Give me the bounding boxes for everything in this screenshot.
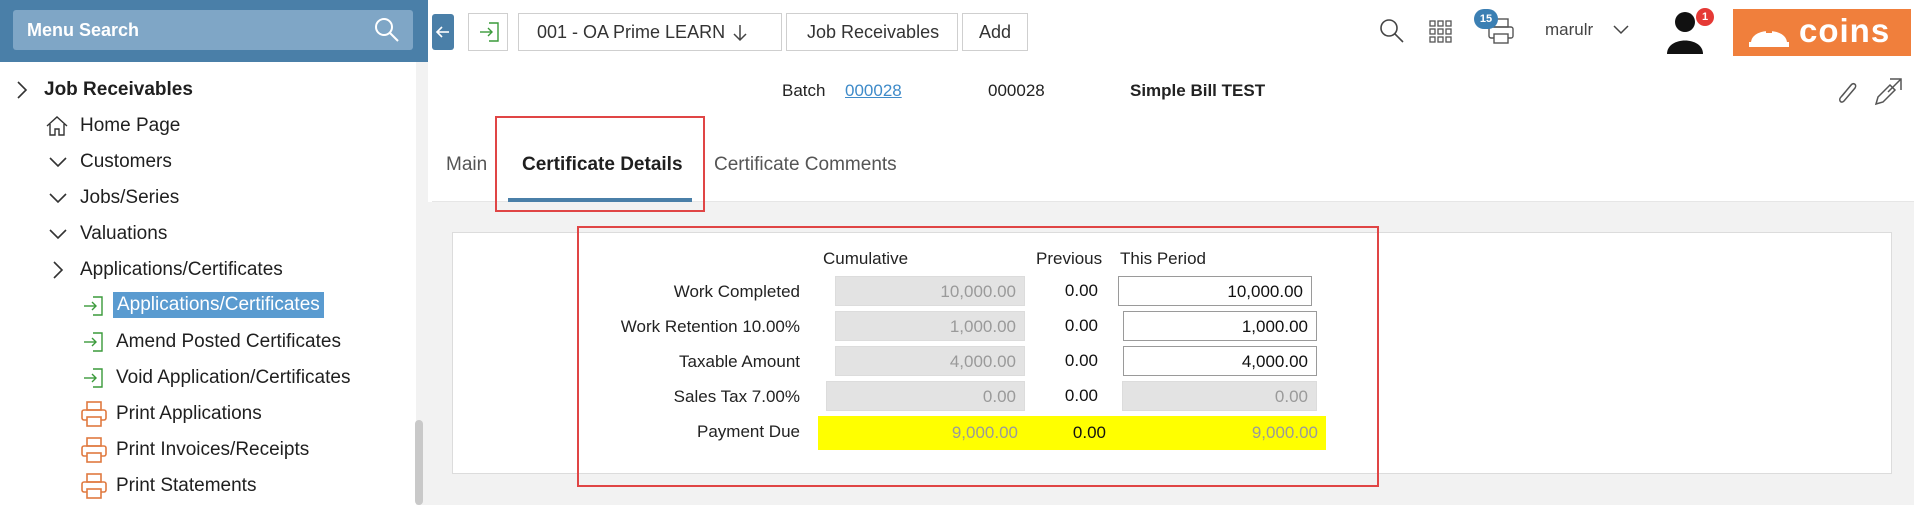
- edit-expand-icon[interactable]: [1872, 76, 1904, 108]
- batch-header: Batch 000028 000028 Simple Bill TEST: [432, 70, 1914, 115]
- breadcrumb-job-receivables[interactable]: Job Receivables: [786, 13, 958, 51]
- sidebar-item-jobs-series[interactable]: Jobs/Series: [0, 182, 300, 214]
- chevron-right-icon: [17, 81, 28, 99]
- batch-link[interactable]: 000028: [845, 81, 902, 101]
- sidebar-item-customers[interactable]: Customers: [0, 146, 300, 178]
- printer-icon: [81, 437, 107, 463]
- chevron-right-icon: [53, 261, 64, 279]
- paperclip-icon[interactable]: [1832, 78, 1862, 108]
- sidebar-item-label: Amend Posted Certificates: [116, 331, 341, 352]
- menu-search-input[interactable]: Menu Search: [13, 10, 413, 50]
- sidebar-item-amend-posted-certificates[interactable]: Amend Posted Certificates: [0, 326, 380, 358]
- sidebar-item-label: Print Statements: [116, 475, 257, 496]
- sidebar-item-applications-certificates[interactable]: Applications/Certificates: [0, 290, 380, 322]
- sidebar-item-void-application-certificates[interactable]: Void Application/Certificates: [0, 362, 380, 394]
- sidebar-item-label: Print Invoices/Receipts: [116, 439, 310, 460]
- sidebar-item-label: Print Applications: [116, 403, 262, 424]
- print-queue-badge: 15: [1474, 9, 1498, 29]
- chevron-down-icon: [49, 193, 67, 204]
- menu-search-bar: Menu Search: [0, 0, 428, 62]
- arrow-down-icon: [733, 25, 747, 42]
- breadcrumb-add-label: Add: [979, 22, 1012, 42]
- batch-number: 000028: [988, 81, 1045, 100]
- sidebar-item-label: Customers: [80, 151, 172, 172]
- breadcrumb-company[interactable]: 001 - OA Prime LEARN: [518, 13, 782, 51]
- sidebar-item-label: Jobs/Series: [80, 187, 180, 208]
- arrow-left-icon: [435, 26, 449, 38]
- menu-search-label: Menu Search: [27, 20, 140, 40]
- annotation-box-tab: [495, 116, 705, 212]
- breadcrumb-job-receivables-label: Job Receivables: [807, 22, 940, 42]
- enter-icon: [84, 296, 103, 316]
- sidebar-item-label: Applications/Certificates: [113, 292, 324, 318]
- sidebar-item-job-receivables[interactable]: Job Receivables: [0, 74, 300, 106]
- enter-icon: [84, 368, 103, 388]
- printer-icon: [81, 473, 107, 499]
- breadcrumb-company-label: 001 - OA Prime LEARN: [537, 22, 726, 42]
- sidebar-scrollbar-thumb[interactable]: [415, 420, 423, 505]
- enter-icon: [84, 332, 103, 352]
- chevron-down-icon: [49, 229, 67, 240]
- user-name[interactable]: marulr: [1545, 20, 1593, 40]
- brand-text: coins: [1799, 12, 1891, 49]
- batch-label: Batch: [782, 81, 826, 100]
- home-icon: [46, 116, 68, 136]
- collapse-sidebar-button[interactable]: [432, 14, 454, 50]
- sidebar-item-home-page[interactable]: Home Page: [0, 110, 300, 142]
- search-icon[interactable]: [373, 16, 401, 44]
- sidebar-item-label: Void Application/Certificates: [116, 367, 351, 388]
- sidebar-item-valuations[interactable]: Valuations: [0, 218, 300, 250]
- sidebar-item-applications-certificates-group[interactable]: Applications/Certificates: [0, 254, 340, 286]
- batch-name: Simple Bill TEST: [1130, 81, 1266, 100]
- notification-badge: 1: [1696, 8, 1714, 26]
- sidebar-item-label: Valuations: [80, 223, 168, 244]
- brand-logo: coins: [1733, 9, 1911, 56]
- sidebar-item-label: Applications/Certificates: [80, 259, 283, 280]
- printer-icon: [81, 401, 107, 427]
- apps-grid-icon[interactable]: [1428, 19, 1454, 45]
- chevron-down-icon[interactable]: [1612, 22, 1630, 38]
- annotation-box-form: [577, 226, 1379, 487]
- sidebar: Menu Search Job Receivables Home Page Cu…: [0, 0, 428, 505]
- chevron-down-icon: [49, 157, 67, 168]
- tab-main[interactable]: Main: [446, 154, 487, 176]
- sidebar-item-print-applications[interactable]: Print Applications: [0, 398, 380, 430]
- sidebar-item-label: Home Page: [80, 115, 181, 136]
- breadcrumb-add[interactable]: Add: [962, 13, 1028, 51]
- sidebar-item-label: Job Receivables: [44, 79, 193, 100]
- breadcrumb-home[interactable]: [468, 13, 508, 51]
- enter-icon: [480, 22, 499, 42]
- tab-certificate-comments[interactable]: Certificate Comments: [714, 154, 897, 176]
- hardhat-icon: [1749, 23, 1789, 47]
- search-icon[interactable]: [1378, 17, 1406, 45]
- sidebar-item-print-invoices-receipts[interactable]: Print Invoices/Receipts: [0, 434, 380, 466]
- sidebar-item-print-statements[interactable]: Print Statements: [0, 470, 380, 502]
